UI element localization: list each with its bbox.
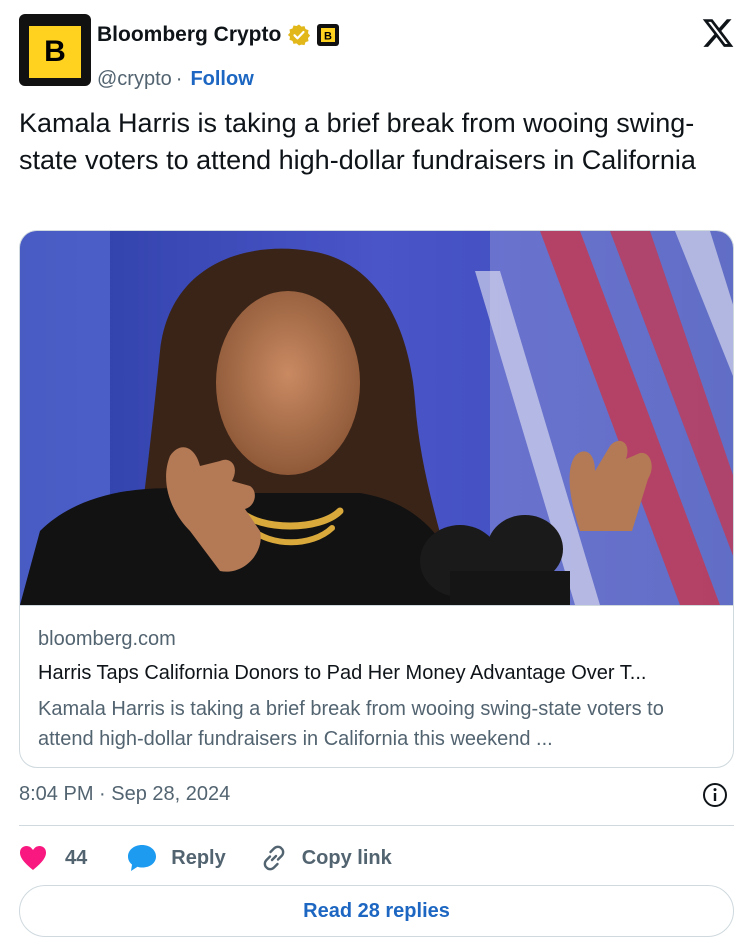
divider (19, 825, 734, 826)
card-image[interactable] (20, 231, 733, 605)
card-domain: bloomberg.com (38, 628, 176, 650)
author-display-name[interactable]: Bloomberg Crypto (97, 23, 281, 47)
card-description: Kamala Harris is taking a brief break fr… (38, 698, 664, 750)
tweet-text: Kamala Harris is taking a brief break fr… (19, 108, 696, 175)
x-logo-icon[interactable] (701, 16, 735, 50)
link-icon (263, 845, 285, 871)
author-handle[interactable]: @crypto (97, 68, 172, 91)
card-meta: bloomberg.com Harris Taps California Don… (20, 605, 733, 767)
like-button[interactable]: 44 (19, 845, 87, 871)
follow-button[interactable]: Follow (190, 68, 253, 91)
read-replies-button[interactable]: Read 28 replies (19, 885, 734, 937)
like-count: 44 (65, 846, 88, 869)
affiliate-badge-icon[interactable]: B (317, 24, 340, 46)
affiliate-badge-letter: B (324, 31, 332, 43)
author-avatar[interactable]: B (19, 14, 91, 86)
action-bar: 44 Reply Copy link (19, 838, 392, 878)
info-icon[interactable] (702, 782, 728, 808)
tweet-header: B Bloomberg Crypto B @crypto · Follow (19, 14, 735, 90)
reply-bubble-icon (128, 845, 157, 871)
heart-icon (20, 846, 46, 870)
handle-separator: · (175, 68, 183, 90)
reply-label: Reply (171, 846, 226, 869)
reply-button[interactable]: Reply (127, 844, 226, 872)
copy-link-label: Copy link (301, 846, 392, 869)
author-handle-row: @crypto · Follow (97, 68, 254, 91)
tweet-timestamp[interactable]: 8:04 PM · Sep 28, 2024 (19, 783, 230, 806)
link-preview-card[interactable]: bloomberg.com Harris Taps California Don… (19, 230, 734, 768)
card-title[interactable]: Harris Taps California Donors to Pad Her… (38, 662, 715, 690)
copy-link-button[interactable]: Copy link (260, 844, 392, 872)
avatar-letter: B (44, 35, 66, 68)
verified-icon (287, 23, 311, 47)
author-name-row: Bloomberg Crypto B (97, 21, 340, 49)
